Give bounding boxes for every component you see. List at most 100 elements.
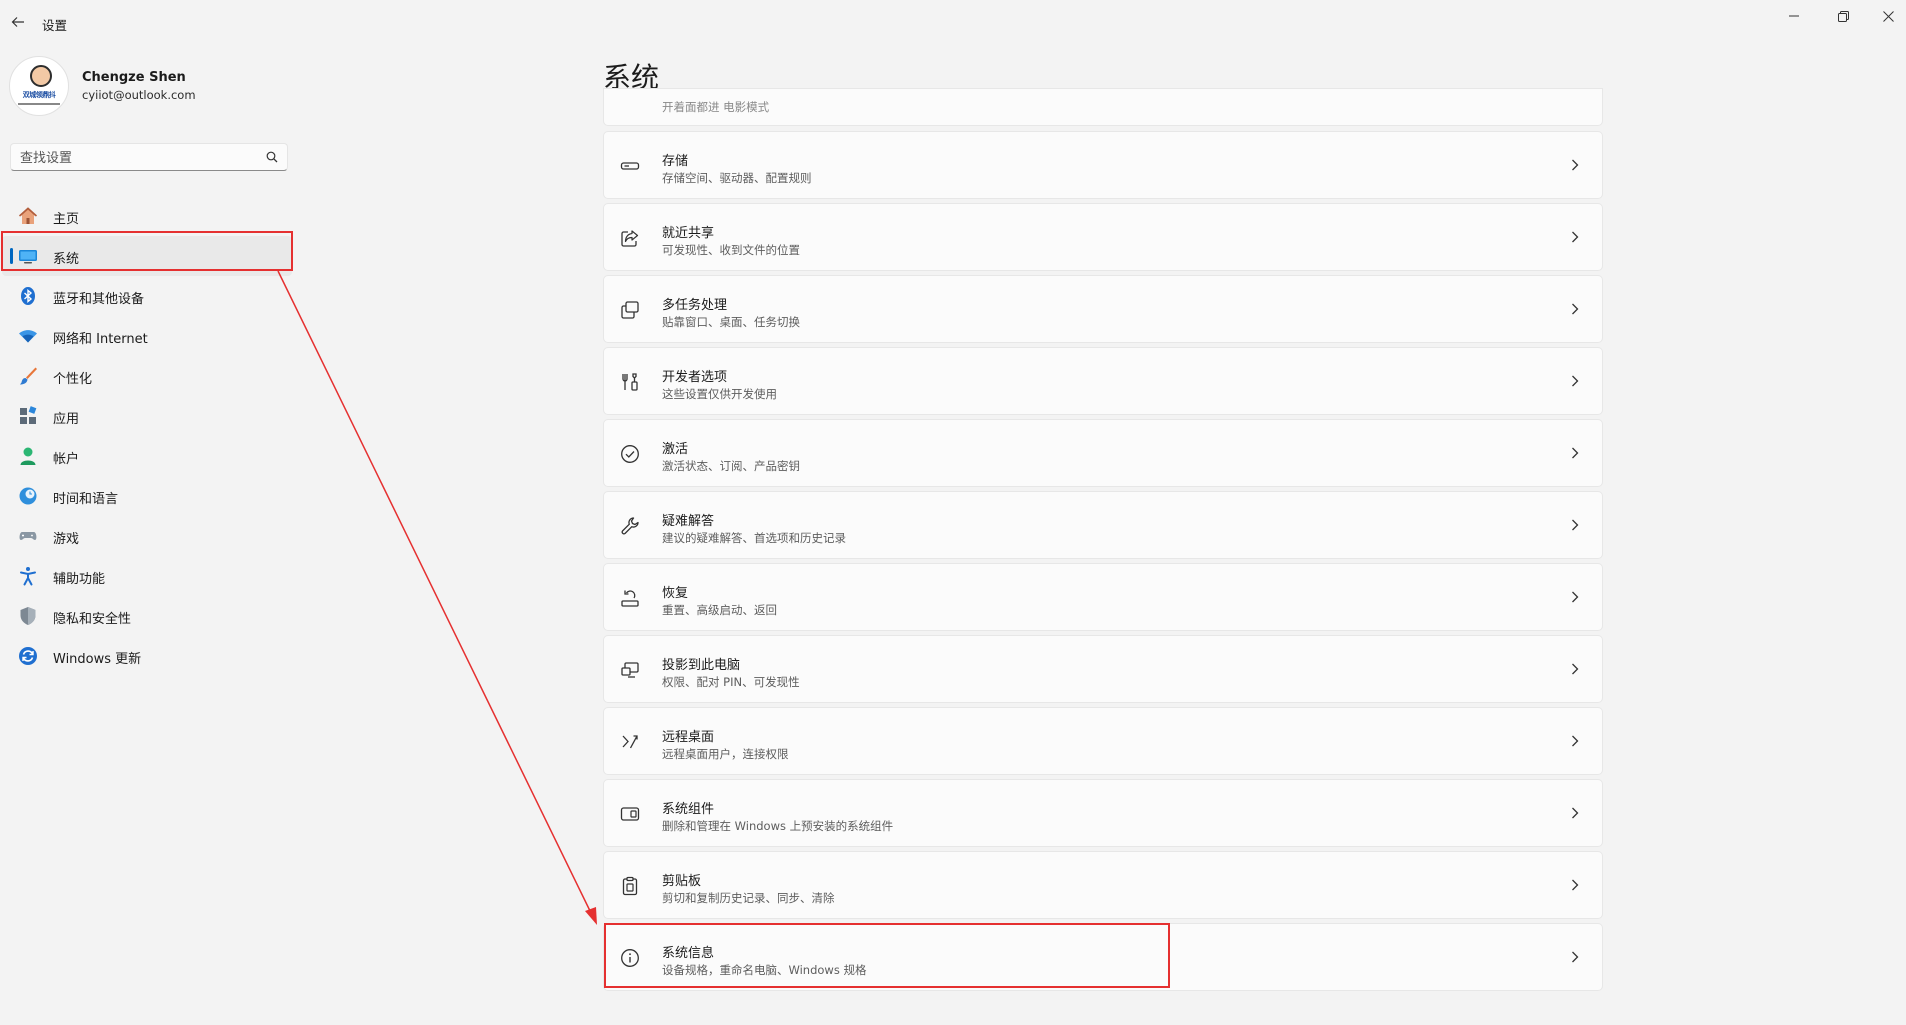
card-title: 系统信息 [662,946,715,961]
home-icon [18,206,38,226]
card-title: 远程桌面 [662,730,715,745]
sidebar-nav: 主页 系统 蓝牙和其他设备 网络和 Internet 个性化 应用 帐户 时间和… [2,196,292,676]
back-arrow-icon [11,17,24,27]
developer-icon [620,372,640,392]
sidebar-item-label: 个性化 [53,372,93,387]
sidebar-item-apps[interactable]: 应用 [2,396,292,436]
avatar-underline [18,103,60,105]
app-title: 设置 [42,18,68,33]
sidebar-item-label: 蓝牙和其他设备 [53,292,145,307]
restore-icon [1837,10,1849,22]
sidebar-item-accessibility[interactable]: 辅助功能 [2,556,292,596]
brush-icon [18,366,38,386]
sidebar-item-label: 主页 [53,212,80,227]
card-subtitle: 开着面都进 电影模式 [662,100,770,114]
sidebar-item-privacy[interactable]: 隐私和安全性 [2,596,292,636]
card-subtitle: 删除和管理在 Windows 上预安装的系统组件 [662,819,894,833]
card-title: 存储 [662,154,689,169]
update-icon [18,646,38,666]
close-icon [1882,10,1894,22]
back-button[interactable] [6,10,30,34]
chevron-right-icon [1568,878,1582,892]
search-icon[interactable] [266,151,278,163]
active-indicator [10,248,13,264]
wifi-icon [18,326,38,346]
settings-card-clipboard[interactable]: 剪贴板 剪切和复制历史记录、同步、清除 [603,851,1603,919]
sidebar-item-system[interactable]: 系统 [2,236,292,276]
search-input[interactable] [11,144,252,172]
card-subtitle: 剪切和复制历史记录、同步、清除 [662,891,835,905]
card-subtitle: 可发现性、收到文件的位置 [662,243,800,257]
card-title: 疑难解答 [662,514,715,529]
chevron-right-icon [1568,518,1582,532]
settings-card-storage[interactable]: 存储 存储空间、驱动器、配置规则 [603,131,1603,199]
settings-card-project-to-pc[interactable]: 投影到此电脑 权限、配对 PIN、可发现性 [603,635,1603,703]
card-title: 恢复 [662,586,689,601]
sidebar-item-label: 帐户 [53,452,80,467]
card-title: 投影到此电脑 [662,658,741,673]
avatar: 双城领鼎抖 [9,56,69,116]
settings-card-nearby-sharing[interactable]: 就近共享 可发现性、收到文件的位置 [603,203,1603,271]
profile-name: Chengze Shen [82,70,186,85]
apps-icon [18,406,38,426]
gamepad-icon [18,526,38,546]
sidebar-item-home[interactable]: 主页 [2,196,292,236]
profile-text: Chengze Shen cyiiot@outlook.com [82,70,196,102]
title-bar: 设置 [0,0,1906,44]
card-subtitle: 这些设置仅供开发使用 [662,387,777,401]
card-title: 激活 [662,442,689,457]
settings-card-system-components[interactable]: 系统组件 删除和管理在 Windows 上预安装的系统组件 [603,779,1603,847]
remote-desktop-icon [620,732,640,752]
sidebar-item-accounts[interactable]: 帐户 [2,436,292,476]
chevron-right-icon [1568,446,1582,460]
sidebar-item-gaming[interactable]: 游戏 [2,516,292,556]
restore-button[interactable] [1827,6,1859,26]
sidebar-item-bluetooth[interactable]: 蓝牙和其他设备 [2,276,292,316]
card-subtitle: 权限、配对 PIN、可发现性 [662,675,800,689]
sidebar-item-personalization[interactable]: 个性化 [2,356,292,396]
card-subtitle: 存储空间、驱动器、配置规则 [662,171,812,185]
card-title: 剪贴板 [662,874,702,889]
search-box[interactable] [10,143,288,172]
bluetooth-icon [18,286,38,306]
card-subtitle: 设备规格，重命名电脑、Windows 规格 [662,963,867,977]
minimize-icon [1789,15,1799,17]
sidebar-item-label: 隐私和安全性 [53,612,132,627]
projection-icon [620,660,640,680]
check-circle-icon [620,444,640,464]
sidebar-item-label: 辅助功能 [53,572,106,587]
card-title: 就近共享 [662,226,715,241]
settings-card-recovery[interactable]: 恢复 重置、高级启动、返回 [603,563,1603,631]
sidebar-item-windows-update[interactable]: Windows 更新 [2,636,292,676]
card-subtitle: 贴靠窗口、桌面、任务切换 [662,315,800,329]
close-button[interactable] [1872,6,1904,26]
chevron-right-icon [1568,662,1582,676]
settings-card-multitasking[interactable]: 多任务处理 贴靠窗口、桌面、任务切换 [603,275,1603,343]
chevron-right-icon [1568,806,1582,820]
sidebar-item-label: Windows 更新 [53,652,142,667]
card-subtitle: 重置、高级启动、返回 [662,603,777,617]
chevron-right-icon [1568,158,1582,172]
settings-card-remote-desktop[interactable]: 远程桌面 远程桌面用户，连接权限 [603,707,1603,775]
settings-card-developer[interactable]: 开发者选项 这些设置仅供开发使用 [603,347,1603,415]
card-title: 多任务处理 [662,298,728,313]
share-icon [620,228,640,248]
sidebar-item-time-language[interactable]: 时间和语言 [2,476,292,516]
accessibility-icon [18,566,38,586]
sidebar-item-label: 应用 [53,412,80,427]
wrench-icon [620,516,640,536]
card-subtitle: 建议的疑难解答、首选项和历史记录 [662,531,846,545]
settings-card-about[interactable]: 系统信息 设备规格，重命名电脑、Windows 规格 [603,923,1603,991]
settings-card-partial[interactable]: 开着面都进 电影模式 [603,88,1603,126]
shield-icon [18,606,38,626]
settings-card-troubleshoot[interactable]: 疑难解答 建议的疑难解答、首选项和历史记录 [603,491,1603,559]
clipboard-icon [620,876,640,896]
sidebar-item-network[interactable]: 网络和 Internet [2,316,292,356]
sidebar-item-label: 游戏 [53,532,80,547]
settings-card-activation[interactable]: 激活 激活状态、订阅、产品密钥 [603,419,1603,487]
card-title: 开发者选项 [662,370,728,385]
card-title: 系统组件 [662,802,715,817]
minimize-button[interactable] [1778,6,1810,26]
user-profile[interactable]: 双城领鼎抖 Chengze Shen cyiiot@outlook.com [9,56,196,116]
chevron-right-icon [1568,734,1582,748]
